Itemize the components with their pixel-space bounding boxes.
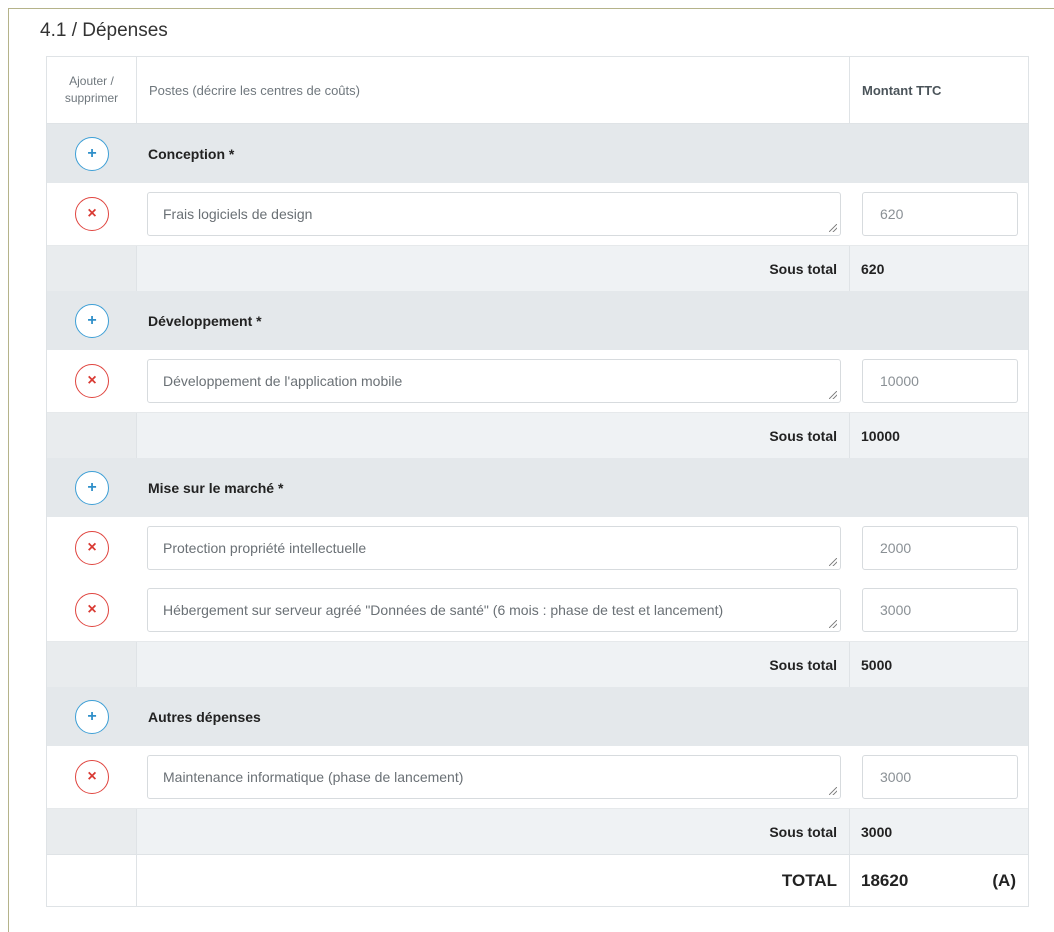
header-posts: Postes (décrire les centres de coûts) [149,82,360,98]
category-label: Mise sur le marché * [148,479,284,496]
subtotal-label: Sous total [769,427,837,444]
times-icon: × [87,205,97,222]
amount-field[interactable]: 3000 [862,588,1018,632]
subtotal-row: Sous total 3000 [47,808,1028,854]
subtotal-label: Sous total [769,656,837,673]
total-label: TOTAL [781,870,837,890]
category-row: + Mise sur le marché * [47,458,1028,517]
total-ref: (A) [992,870,1016,890]
description-text: Maintenance informatique (phase de lance… [163,769,464,785]
section-title: 4.1 / Dépenses [40,20,168,41]
description-text: Protection propriété intellectuelle [163,540,367,556]
description-text: Hébergement sur serveur agréé "Données d… [163,602,724,618]
subtotal-row: Sous total 5000 [47,641,1028,687]
expense-item-row: × Développement de l'application mobile … [47,350,1028,412]
times-icon: × [87,539,97,556]
add-item-button[interactable]: + [75,303,109,338]
times-icon: × [87,601,97,618]
subtotal-label: Sous total [769,260,837,277]
description-field[interactable]: Hébergement sur serveur agréé "Données d… [147,588,841,632]
amount-text: 10000 [880,373,919,389]
subtotal-row: Sous total 10000 [47,412,1028,458]
amount-text: 2000 [880,540,912,556]
plus-icon: + [87,311,97,329]
subtotal-value: 5000 [861,656,893,673]
amount-field[interactable]: 3000 [862,755,1018,799]
category-row: + Conception * [47,124,1028,183]
category-label: Autres dépenses [148,708,261,725]
add-item-button[interactable]: + [75,699,109,734]
resize-grip-icon[interactable] [829,224,837,232]
times-icon: × [87,372,97,389]
expense-item-row: × Protection propriété intellectuelle 20… [47,517,1028,579]
table-header: Ajouter / supprimer Postes (décrire les … [47,57,1028,124]
remove-item-button[interactable]: × [75,197,109,231]
amount-field[interactable]: 620 [862,192,1018,236]
amount-text: 3000 [880,602,912,618]
subtotal-value: 3000 [861,823,893,840]
add-item-button[interactable]: + [75,136,109,171]
budget-table: Ajouter / supprimer Postes (décrire les … [46,56,1029,907]
plus-icon: + [87,707,97,725]
remove-item-button[interactable]: × [75,364,109,398]
add-item-button[interactable]: + [75,470,109,505]
expense-item-row: × Maintenance informatique (phase de lan… [47,746,1028,808]
header-action: Ajouter / supprimer [64,74,119,105]
subtotal-label: Sous total [769,823,837,840]
expense-item-row: × Frais logiciels de design 620 [47,183,1028,245]
description-text: Développement de l'application mobile [163,373,403,389]
expense-item-row: × Hébergement sur serveur agréé "Données… [47,579,1028,641]
category-label: Développement * [148,312,262,329]
description-field[interactable]: Frais logiciels de design [147,192,841,236]
remove-item-button[interactable]: × [75,593,109,627]
description-field[interactable]: Maintenance informatique (phase de lance… [147,755,841,799]
amount-field[interactable]: 10000 [862,359,1018,403]
description-field[interactable]: Développement de l'application mobile [147,359,841,403]
total-value: 18620 [861,870,909,890]
description-field[interactable]: Protection propriété intellectuelle [147,526,841,570]
remove-item-button[interactable]: × [75,531,109,565]
category-label: Conception * [148,145,235,162]
description-text: Frais logiciels de design [163,206,313,222]
plus-icon: + [87,144,97,162]
resize-grip-icon[interactable] [829,787,837,795]
category-row: + Développement * [47,291,1028,350]
amount-text: 3000 [880,769,912,785]
subtotal-value: 620 [861,260,885,277]
plus-icon: + [87,478,97,496]
remove-item-button[interactable]: × [75,760,109,794]
resize-grip-icon[interactable] [829,391,837,399]
subtotal-value: 10000 [861,427,900,444]
resize-grip-icon[interactable] [829,558,837,566]
subtotal-row: Sous total 620 [47,245,1028,291]
category-row: + Autres dépenses [47,687,1028,746]
amount-text: 620 [880,206,904,222]
times-icon: × [87,768,97,785]
resize-grip-icon[interactable] [829,620,837,628]
header-amount: Montant TTC [862,82,942,98]
amount-field[interactable]: 2000 [862,526,1018,570]
total-row: TOTAL 18620 (A) [47,854,1028,906]
